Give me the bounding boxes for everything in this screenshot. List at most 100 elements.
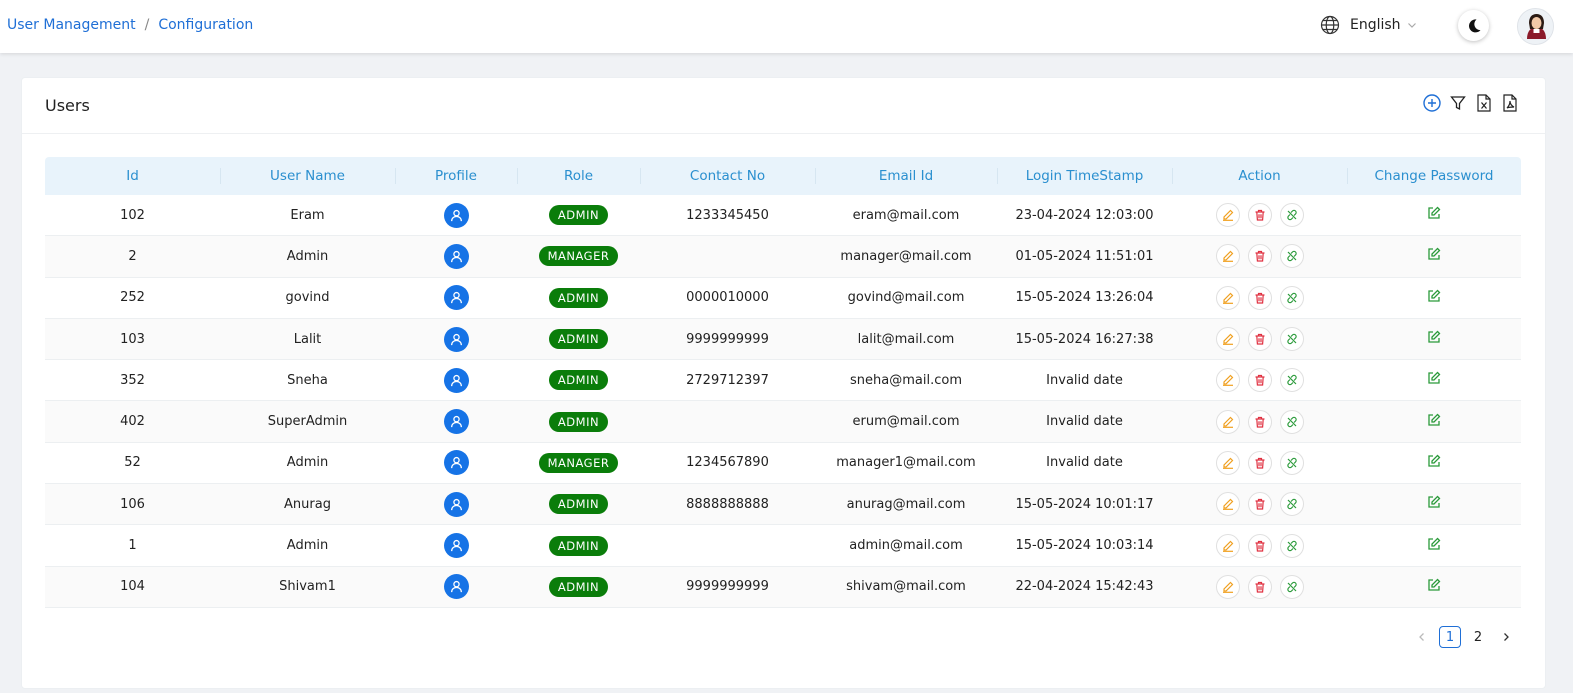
profile-button[interactable] <box>443 574 469 600</box>
unlink-user-button[interactable] <box>1279 492 1304 517</box>
cell-role: MANAGER <box>517 236 640 276</box>
profile-button[interactable] <box>443 367 469 393</box>
cell-action <box>1172 278 1347 318</box>
cell-contact-no: 8888888888 <box>686 496 769 512</box>
edit-user-button[interactable] <box>1215 492 1240 517</box>
role-badge: ADMIN <box>548 370 609 391</box>
unlink-user-button[interactable] <box>1279 327 1304 352</box>
profile-button[interactable] <box>443 202 469 228</box>
delete-user-button[interactable] <box>1247 574 1272 599</box>
edit-user-button[interactable] <box>1215 409 1240 434</box>
user-avatar-icon <box>1518 9 1553 44</box>
edit-square-icon <box>1428 413 1441 426</box>
delete-user-button[interactable] <box>1247 533 1272 558</box>
filter-icon <box>1450 96 1466 111</box>
delete-user-button[interactable] <box>1247 450 1272 475</box>
change-password-button[interactable] <box>1427 495 1441 513</box>
cell-action <box>1172 195 1347 235</box>
unlink-user-button[interactable] <box>1279 285 1304 310</box>
unlink-user-button[interactable] <box>1279 533 1304 558</box>
next-page-button[interactable] <box>1495 626 1517 648</box>
delete-user-button[interactable] <box>1247 285 1272 310</box>
delete-user-button[interactable] <box>1247 409 1272 434</box>
cell-login-timestamp: 15-05-2024 16:27:38 <box>1015 331 1154 347</box>
breadcrumb-configuration[interactable]: Configuration <box>158 17 253 33</box>
profile-button[interactable] <box>443 326 469 352</box>
cell-email-id: sneha@mail.com <box>850 372 962 388</box>
delete-user-button[interactable] <box>1247 244 1272 269</box>
delete-user-button[interactable] <box>1247 203 1272 228</box>
edit-user-button[interactable] <box>1215 368 1240 393</box>
export-excel-button[interactable] <box>1475 94 1493 112</box>
profile-button[interactable] <box>443 533 469 559</box>
cell-email-id: eram@mail.com <box>852 207 960 223</box>
language-selector[interactable]: English <box>1320 15 1417 35</box>
profile-button[interactable] <box>443 450 469 476</box>
profile-button[interactable] <box>443 491 469 517</box>
file-pdf-icon <box>1503 94 1517 112</box>
cell-contact-no: 1234567890 <box>686 455 769 471</box>
avatar[interactable] <box>1517 8 1554 45</box>
table-row: 352 Sneha ADMIN 2729712397 sneha@mail.com Inv… <box>45 360 1521 402</box>
cell-profile <box>395 484 517 524</box>
unlink-icon <box>1286 540 1297 551</box>
breadcrumb-user-management[interactable]: User Management <box>7 17 136 33</box>
trash-icon <box>1255 416 1264 428</box>
edit-user-button[interactable] <box>1215 203 1240 228</box>
delete-user-button[interactable] <box>1247 327 1272 352</box>
card-toolbar <box>1423 94 1519 112</box>
change-password-button[interactable] <box>1427 330 1441 348</box>
unlink-user-button[interactable] <box>1279 368 1304 393</box>
cell-login-timestamp: 01-05-2024 11:51:01 <box>1015 248 1154 264</box>
cell-profile <box>395 525 517 565</box>
users-card: Users Id User Name Profile Role Contact … <box>21 77 1546 689</box>
add-user-button[interactable] <box>1423 94 1441 112</box>
cell-id: 402 <box>120 414 145 430</box>
unlink-user-button[interactable] <box>1279 574 1304 599</box>
unlink-user-button[interactable] <box>1279 409 1304 434</box>
change-password-button[interactable] <box>1427 289 1441 307</box>
theme-toggle-button[interactable] <box>1458 10 1489 41</box>
pencil-icon <box>1222 416 1233 428</box>
change-password-button[interactable] <box>1427 371 1441 389</box>
page-2-button[interactable]: 2 <box>1467 626 1489 648</box>
profile-button[interactable] <box>443 285 469 311</box>
edit-user-button[interactable] <box>1215 574 1240 599</box>
prev-page-button[interactable] <box>1411 626 1433 648</box>
change-password-button[interactable] <box>1427 454 1441 472</box>
delete-user-button[interactable] <box>1247 368 1272 393</box>
edit-user-button[interactable] <box>1215 285 1240 310</box>
cell-change-password <box>1347 195 1521 235</box>
export-pdf-button[interactable] <box>1501 94 1519 112</box>
language-label: English <box>1350 17 1401 33</box>
edit-user-button[interactable] <box>1215 327 1240 352</box>
change-password-button[interactable] <box>1427 413 1441 431</box>
unlink-user-button[interactable] <box>1279 203 1304 228</box>
edit-user-button[interactable] <box>1215 244 1240 269</box>
trash-icon <box>1255 375 1264 386</box>
cell-change-password <box>1347 567 1521 607</box>
change-password-button[interactable] <box>1427 206 1441 224</box>
cell-change-password <box>1347 319 1521 359</box>
filter-button[interactable] <box>1449 94 1467 112</box>
edit-user-button[interactable] <box>1215 533 1240 558</box>
unlink-user-button[interactable] <box>1279 450 1304 475</box>
change-password-button[interactable] <box>1427 247 1441 265</box>
change-password-button[interactable] <box>1427 578 1441 596</box>
cell-change-password <box>1347 360 1521 400</box>
delete-user-button[interactable] <box>1247 492 1272 517</box>
top-bar: User Management / Configuration English <box>0 0 1573 53</box>
profile-button[interactable] <box>443 409 469 435</box>
cell-action <box>1172 443 1347 483</box>
page-1-button[interactable]: 1 <box>1439 626 1461 648</box>
unlink-user-button[interactable] <box>1279 244 1304 269</box>
edit-user-button[interactable] <box>1215 450 1240 475</box>
cell-action <box>1172 484 1347 524</box>
table-row: 2 Admin MANAGER manager@mail.com 01-05-2024 … <box>45 236 1521 278</box>
cell-role: ADMIN <box>517 484 640 524</box>
change-password-button[interactable] <box>1427 537 1441 555</box>
profile-button[interactable] <box>443 243 469 269</box>
trash-icon <box>1255 457 1264 469</box>
role-badge: ADMIN <box>548 535 609 556</box>
cell-login-timestamp: Invalid date <box>1046 414 1123 430</box>
